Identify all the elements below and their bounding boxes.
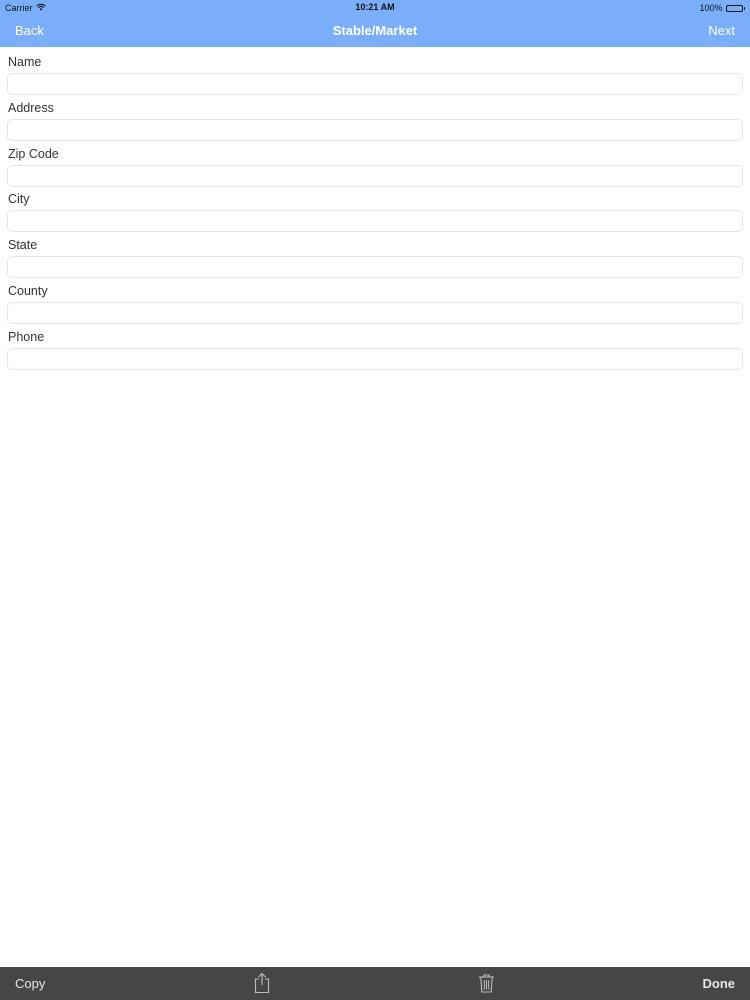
battery-percent: 100% (699, 3, 723, 13)
share-icon[interactable] (253, 972, 271, 994)
county-label: County (8, 284, 48, 298)
navigation-bar: Carrier 10:21 AM 100% Back Stable/Market… (0, 0, 750, 47)
copy-button[interactable]: Copy (15, 976, 45, 991)
battery-icon (725, 4, 745, 12)
field-state: State (0, 230, 750, 278)
address-input[interactable] (7, 119, 743, 141)
zip-code-label: Zip Code (8, 147, 59, 161)
city-label: City (8, 192, 30, 206)
done-button[interactable]: Done (703, 976, 736, 991)
phone-label: Phone (8, 330, 45, 344)
next-button[interactable]: Next (708, 23, 735, 38)
field-address: Address (0, 93, 750, 141)
field-county: County (0, 276, 750, 324)
trash-icon[interactable] (478, 973, 495, 993)
phone-input[interactable] (7, 348, 743, 370)
address-label: Address (8, 101, 54, 115)
name-label: Name (8, 55, 42, 69)
back-button[interactable]: Back (15, 23, 44, 38)
status-time: 10:21 AM (355, 2, 395, 12)
field-zip-code: Zip Code (0, 139, 750, 187)
bottom-toolbar: Copy Done (0, 967, 750, 1000)
state-label: State (8, 238, 38, 252)
state-input[interactable] (7, 256, 743, 278)
field-name: Name (0, 47, 750, 95)
field-city: City (0, 184, 750, 232)
page-title: Stable/Market (332, 23, 418, 38)
status-battery: 100% (699, 2, 745, 14)
city-input[interactable] (7, 210, 743, 232)
field-phone: Phone (0, 322, 750, 370)
name-input[interactable] (7, 73, 743, 95)
county-input[interactable] (7, 302, 743, 324)
screen: Carrier 10:21 AM 100% Back Stable/Market… (0, 0, 750, 1000)
